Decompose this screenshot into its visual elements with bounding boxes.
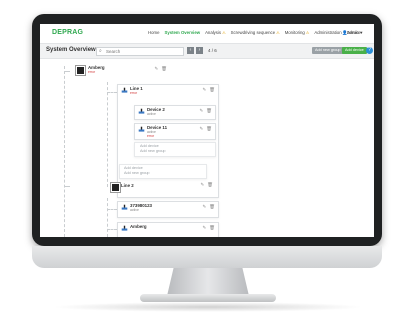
device-icon (138, 108, 145, 114)
warning-icon: ⚠ (305, 30, 310, 35)
node-status: active (147, 112, 156, 116)
add-new-group-button[interactable]: Add new group (312, 47, 344, 54)
top-navigation: DEPRAG Home System Overview Analysis⚠ Sc… (40, 24, 374, 44)
toolbar: System Overview ⌕ ‹ › 4 / 6 Add new grou… (40, 44, 374, 59)
tree-connector (64, 66, 65, 237)
node-header[interactable]: Line 1 error ✎ 🗑 (118, 85, 218, 95)
warning-icon: ⚠ (222, 30, 226, 35)
monitor-stand-base (140, 294, 276, 302)
edit-icon[interactable]: ✎ (203, 87, 207, 93)
delete-icon[interactable]: 🗑 (209, 204, 215, 210)
add-box: Add device Add new group (119, 164, 207, 179)
system-tree: Amberg error ✎ 🗑 Line 1 error ✎ 🗑 Device 2… (40, 60, 374, 237)
tree-node-amberg-2[interactable]: Amberg ✎ 🗑 (117, 222, 219, 237)
pager-text: 4 / 6 (208, 48, 217, 53)
nav-item-administration[interactable]: Administration (314, 30, 341, 35)
add-links: Add device Add new group (124, 166, 150, 176)
delete-icon[interactable]: 🗑 (209, 87, 215, 93)
device-icon (121, 225, 128, 231)
app-logo[interactable]: DEPRAG (52, 29, 83, 36)
warning-icon: ⚠ (276, 30, 280, 35)
edit-icon[interactable]: ✎ (200, 108, 204, 114)
tree-connector (107, 82, 108, 187)
search-input[interactable] (106, 48, 180, 55)
edit-icon[interactable]: ✎ (203, 204, 207, 210)
node-actions: ✎ 🗑 (203, 87, 216, 93)
page-title: System Overview (46, 47, 96, 53)
node-status: error (88, 70, 96, 74)
next-page-button[interactable]: › (196, 47, 203, 54)
monitor-chin (32, 246, 382, 268)
add-new-group-link[interactable]: Add new group (124, 171, 150, 176)
node-status: error (130, 91, 138, 95)
tree-node-device[interactable]: 373980123 active ✎ 🗑 (117, 201, 219, 218)
add-box: Add device Add new group (134, 142, 216, 157)
pager: ‹ › 4 / 6 (187, 47, 217, 54)
prev-page-button[interactable]: ‹ (187, 47, 194, 54)
device-icon (138, 126, 145, 132)
node-actions: ✎ 🗑 (201, 182, 214, 188)
delete-icon[interactable]: 🗑 (207, 182, 213, 188)
help-icon[interactable]: ? (366, 47, 373, 54)
nav-item-system-overview[interactable]: System Overview (164, 30, 200, 35)
node-title: Amberg (130, 224, 147, 229)
node-actions: ✎ 🗑 (155, 66, 168, 72)
device-icon (121, 87, 128, 93)
delete-icon[interactable]: 🗑 (209, 225, 215, 231)
tree-connector (107, 198, 108, 237)
nav-item-screwdriving-sequence[interactable]: Screwdriving sequence⚠ (231, 30, 280, 35)
delete-icon[interactable]: 🗑 (206, 108, 212, 114)
group-icon (110, 182, 121, 193)
tree-node-line-2[interactable]: Line 2 ✎ 🗑 (70, 180, 217, 194)
tree-node-amberg[interactable]: Amberg error ✎ 🗑 (70, 64, 170, 78)
node-actions: ✎ 🗑 (200, 108, 213, 114)
delete-icon[interactable]: 🗑 (206, 126, 212, 132)
node-title: Line 2 (121, 183, 134, 188)
node-status: active (130, 208, 139, 212)
chevron-down-icon: ▾ (359, 30, 363, 35)
tree-connector (107, 209, 117, 210)
edit-icon[interactable]: ✎ (201, 182, 205, 188)
tree-node-device-2[interactable]: Device 2 active ✎ 🗑 (134, 105, 216, 120)
node-status-error: error (147, 133, 155, 138)
edit-icon[interactable]: ✎ (200, 126, 204, 132)
user-name: admin (347, 30, 360, 35)
device-icon (121, 204, 128, 210)
nav-links: Home System Overview Analysis⚠ Screwdriv… (148, 30, 361, 35)
nav-item-analysis[interactable]: Analysis⚠ (205, 30, 226, 35)
add-device-button[interactable]: Add device (342, 47, 367, 54)
node-actions: ✎ 🗑 (200, 126, 213, 132)
group-icon (75, 65, 86, 76)
node-actions: ✎ 🗑 (203, 204, 216, 210)
add-new-group-link[interactable]: Add new group (140, 149, 166, 154)
monitor-shadow (52, 302, 364, 312)
edit-icon[interactable]: ✎ (203, 225, 207, 231)
nav-item-home[interactable]: Home (148, 30, 159, 35)
search-box[interactable]: ⌕ (96, 47, 184, 56)
delete-icon[interactable]: 🗑 (161, 66, 167, 72)
search-icon: ⌕ (99, 48, 102, 54)
user-menu[interactable]: 👤admin ▾ (342, 30, 362, 36)
tree-connector (107, 229, 117, 230)
app-screen: DEPRAG Home System Overview Analysis⚠ Sc… (40, 24, 374, 237)
tree-node-device-11[interactable]: Device 11 active error ✎ 🗑 (134, 123, 216, 140)
nav-item-monitoring[interactable]: Monitoring⚠ (285, 30, 310, 35)
edit-icon[interactable]: ✎ (155, 66, 159, 72)
node-actions: ✎ 🗑 (203, 225, 216, 231)
tree-connector (107, 92, 117, 93)
add-links: Add device Add new group (140, 144, 166, 154)
monitor-stand-neck (167, 268, 249, 296)
